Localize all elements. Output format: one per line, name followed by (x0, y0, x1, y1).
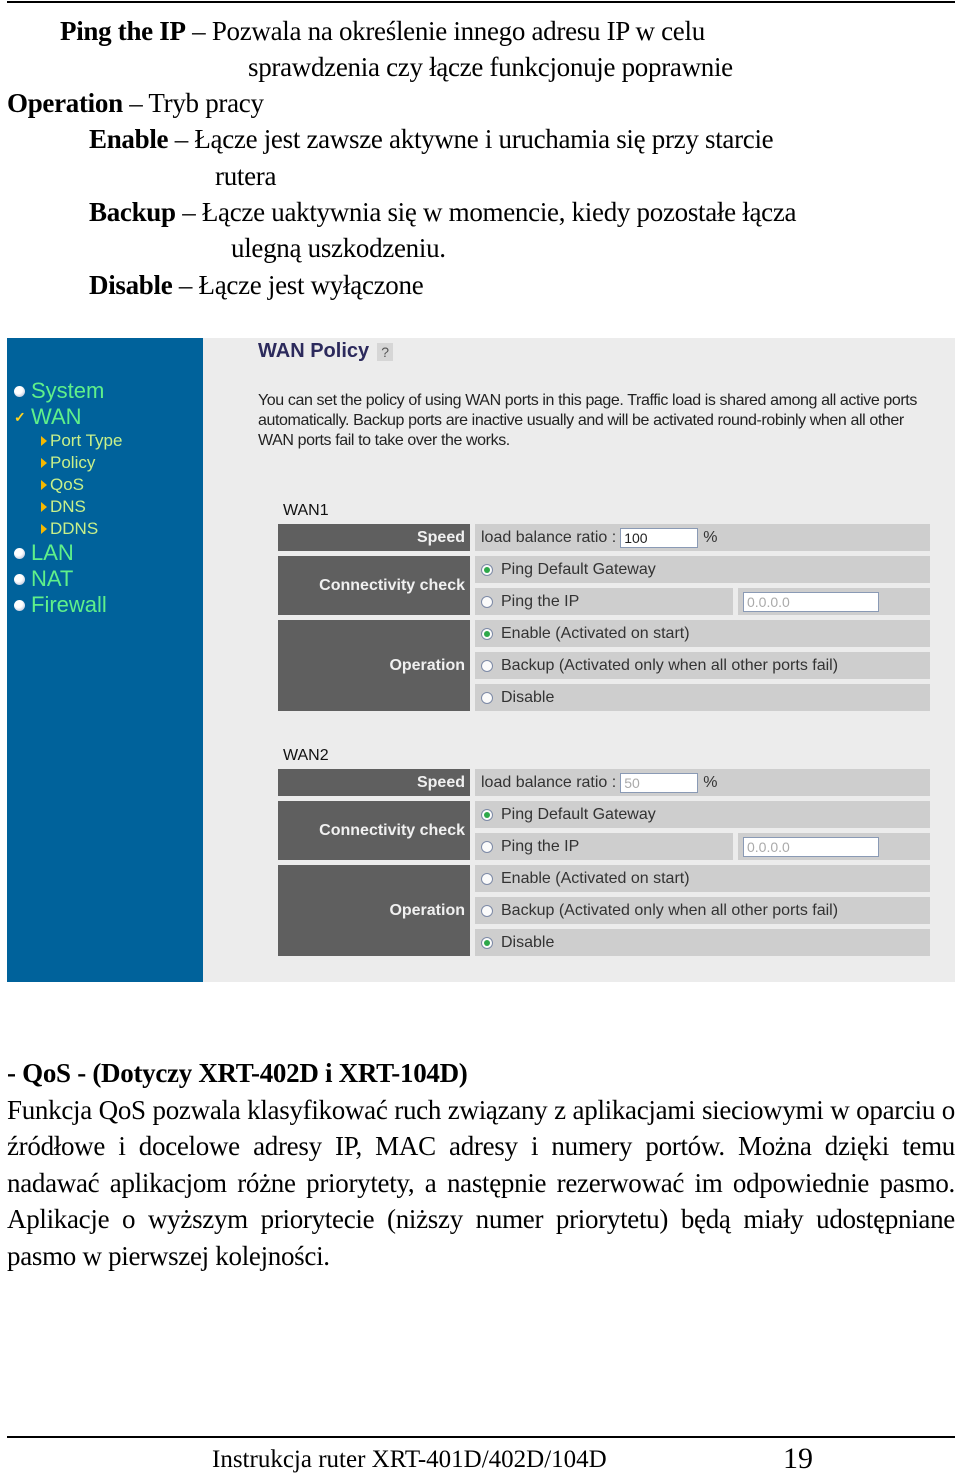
radio-enable[interactable] (481, 872, 493, 885)
sidebar-subitem-dns[interactable]: DNS (14, 496, 122, 518)
load-balance-ratio-input[interactable]: 100 (620, 527, 699, 548)
radio-backup[interactable] (481, 659, 493, 672)
sidebar-subitem-qos[interactable]: QoS (14, 474, 122, 496)
qos-section: - QoS - (Dotyczy XRT-402D i XRT-104D) Fu… (7, 1055, 955, 1274)
def-backup-cont: ulegną uszkodzeniu. (231, 233, 446, 263)
footer-text: Instrukcja ruter XRT-401D/402D/104D (212, 1446, 607, 1473)
ping-ip-radio-label[interactable]: Ping the IP (475, 588, 733, 615)
arrow-right-icon (41, 480, 47, 490)
sidebar-item-firewall[interactable]: Firewall (14, 592, 122, 618)
bullet-icon (14, 385, 25, 397)
term: Ping the IP (60, 16, 186, 46)
def-ping-ip-cont: sprawdzenia czy łącze funkcjonuje popraw… (248, 52, 733, 82)
page-title: WAN Policy ? (258, 340, 394, 363)
disable-option[interactable]: Disable (475, 684, 930, 711)
disable-option[interactable]: Disable (475, 929, 930, 956)
radio-disable[interactable] (481, 691, 493, 704)
check-icon: ✓ (14, 408, 26, 425)
sidebar-nav: System ✓ WAN Port Type Policy QoS DNS DD… (14, 378, 122, 618)
help-icon[interactable]: ? (377, 342, 394, 361)
speed-cell: load balance ratio : 50 % (475, 769, 930, 796)
speed-cell: load balance ratio : 100 % (475, 524, 930, 551)
arrow-right-icon (41, 524, 47, 534)
wan-label: WAN2 (283, 747, 329, 764)
def-enable: Enable – Łącze jest zawsze aktywne i uru… (89, 124, 774, 154)
radio-ping-ip[interactable] (481, 840, 493, 853)
arrow-right-icon (41, 458, 47, 468)
def-disable: Disable – Łącze jest wyłączone (89, 270, 424, 300)
def-ping-ip: Ping the IP – Pozwala na określenie inne… (60, 16, 705, 46)
sidebar-item-lan[interactable]: LAN (14, 540, 122, 566)
backup-option[interactable]: Backup (Activated only when all other po… (475, 652, 930, 679)
radio-backup[interactable] (481, 904, 493, 917)
enable-option[interactable]: Enable (Activated on start) (475, 865, 930, 892)
top-rule (7, 1, 955, 3)
radio-ping-gateway[interactable] (481, 563, 493, 576)
arrow-right-icon (41, 502, 47, 512)
sidebar-subitem-port-type[interactable]: Port Type (14, 430, 122, 452)
wan1-section: WAN1 Speed load balance ratio : 100 % Co… (278, 498, 930, 711)
qos-body: Funkcja QoS pozwala klasyfikować ruch zw… (7, 1094, 955, 1271)
wan-label: WAN1 (283, 502, 329, 519)
ping-ip-input-cell: 0.0.0.0 (738, 588, 930, 615)
connectivity-header: Connectivity check (278, 801, 470, 860)
arrow-right-icon (41, 436, 47, 446)
radio-ping-gateway[interactable] (481, 808, 493, 821)
sidebar-item-system[interactable]: System (14, 378, 122, 404)
ping-ip-address-input[interactable]: 0.0.0.0 (743, 836, 879, 857)
def-backup: Backup – Łącze uaktywnia się w momencie,… (89, 197, 797, 227)
speed-header: Speed (278, 524, 470, 551)
ping-ip-address-input[interactable]: 0.0.0.0 (743, 591, 879, 612)
qos-heading: - QoS - (Dotyczy XRT-402D i XRT-104D) (7, 1058, 468, 1088)
ping-ip-option: Ping the IP 0.0.0.0 (475, 833, 930, 860)
ping-gateway-option[interactable]: Ping Default Gateway (475, 556, 930, 583)
speed-header: Speed (278, 769, 470, 796)
bullet-icon (14, 599, 25, 611)
enable-option[interactable]: Enable (Activated on start) (475, 620, 930, 647)
sidebar: System ✓ WAN Port Type Policy QoS DNS DD… (7, 338, 203, 982)
radio-disable[interactable] (481, 936, 493, 949)
radio-enable[interactable] (481, 627, 493, 640)
connectivity-header: Connectivity check (278, 556, 470, 615)
bullet-icon (14, 573, 25, 585)
ping-ip-option: Ping the IP 0.0.0.0 (475, 588, 930, 615)
sidebar-subitem-ddns[interactable]: DDNS (14, 518, 122, 540)
ping-ip-input-cell: 0.0.0.0 (738, 833, 930, 860)
router-screenshot: System ✓ WAN Port Type Policy QoS DNS DD… (7, 338, 955, 982)
wan2-section: WAN2 Speed load balance ratio : 50 % Con… (278, 743, 930, 956)
content-area: WAN Policy ? You can set the policy of u… (203, 338, 955, 982)
operation-header: Operation (278, 865, 470, 956)
sidebar-item-wan[interactable]: ✓ WAN (14, 404, 122, 430)
page-number: 19 (783, 1442, 813, 1475)
bullet-icon (14, 547, 25, 559)
radio-ping-ip[interactable] (481, 595, 493, 608)
sidebar-subitem-policy[interactable]: Policy (14, 452, 122, 474)
ping-gateway-option[interactable]: Ping Default Gateway (475, 801, 930, 828)
page-description: You can set the policy of using WAN port… (258, 392, 917, 449)
footer-rule (7, 1436, 955, 1438)
load-balance-ratio-input[interactable]: 50 (620, 772, 699, 793)
def-enable-cont: rutera (215, 161, 277, 191)
operation-header: Operation (278, 620, 470, 711)
sidebar-item-nat[interactable]: NAT (14, 566, 122, 592)
def-operation: Operation – Tryb pracy (7, 88, 264, 118)
backup-option[interactable]: Backup (Activated only when all other po… (475, 897, 930, 924)
ping-ip-radio-label[interactable]: Ping the IP (475, 833, 733, 860)
